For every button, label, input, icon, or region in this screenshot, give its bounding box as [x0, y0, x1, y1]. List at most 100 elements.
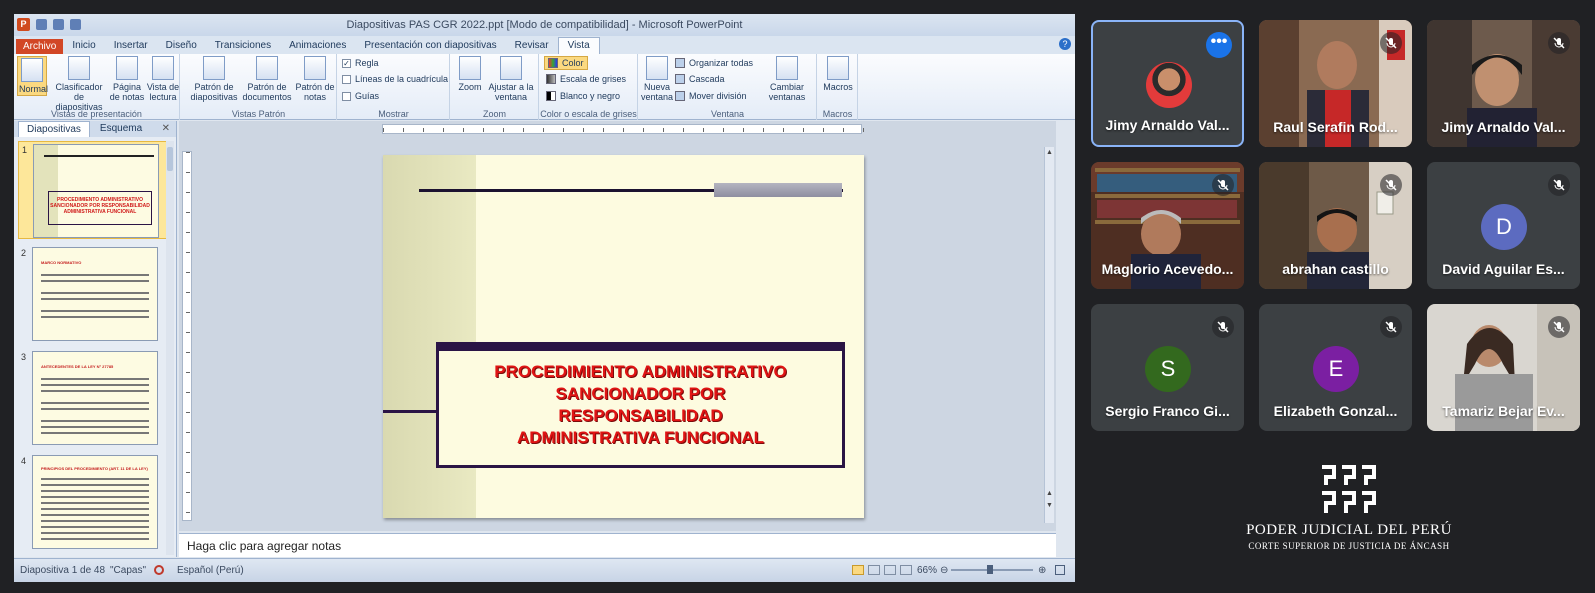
participant-tile-2[interactable]: Raul Serafin Rod...: [1259, 20, 1412, 147]
tab-esquema[interactable]: Esquema: [92, 121, 150, 137]
meeting-screen: P Diapositivas PAS CGR 2022.ppt [Modo de…: [0, 0, 1595, 593]
magnifier-icon: [459, 56, 481, 80]
slide-editing-area: PROCEDIMIENTO ADMINISTRATIVO SANCIONADOR…: [179, 121, 1056, 531]
mic-off-icon: [1548, 32, 1570, 54]
tab-diseno[interactable]: Diseño: [157, 38, 206, 54]
group-mostrar: ✓ Regla Líneas de la cuadrícula Guías Mos…: [338, 54, 450, 120]
tab-inicio[interactable]: Inicio: [63, 38, 104, 54]
slide-master-icon: [203, 56, 225, 80]
avatar: S: [1145, 346, 1191, 392]
participant-name: Sergio Franco Gi...: [1105, 403, 1230, 419]
mic-off-icon: [1380, 316, 1402, 338]
poder-judicial-emblem: [1322, 465, 1376, 513]
sorter-view-status-icon[interactable]: [868, 565, 880, 575]
slide-sorter-icon: [68, 56, 90, 80]
close-icon[interactable]: ✕: [162, 123, 170, 134]
slide-title-box[interactable]: PROCEDIMIENTO ADMINISTRATIVO SANCIONADOR…: [436, 342, 845, 468]
notes-page-icon: [116, 56, 138, 80]
window-title: Diapositivas PAS CGR 2022.ppt [Modo de c…: [346, 19, 743, 31]
slides-pane-scrollbar[interactable]: [166, 141, 174, 555]
ruler-checkbox[interactable]: ✓ Regla: [342, 58, 379, 68]
slide-thumbnail-4[interactable]: 4 PRINCIPIOS DEL PROCEDIMIENTO (ART. 11 …: [18, 453, 168, 551]
zoom-level[interactable]: 66%: [917, 565, 937, 576]
zoom-in-icon[interactable]: ⊕: [1038, 565, 1046, 576]
editor-scrollbar[interactable]: ▲ ▲ ▼: [1044, 147, 1054, 523]
reading-view-button[interactable]: Vista de lectura: [146, 56, 180, 102]
help-icon[interactable]: ?: [1059, 38, 1071, 50]
arrange-all-button[interactable]: Organizar todas: [675, 58, 753, 68]
ribbon-tabs: Archivo Inicio Insertar Diseño Transicio…: [14, 36, 1075, 54]
status-bar: Diapositiva 1 de 48 "Capas" Español (Per…: [14, 558, 1075, 582]
language-indicator[interactable]: Español (Perú): [177, 565, 244, 576]
participant-name: Jimy Arnaldo Val...: [1441, 119, 1566, 135]
participant-tile-8[interactable]: E Elizabeth Gonzal...: [1259, 304, 1412, 431]
participant-tile-7[interactable]: S Sergio Franco Gi...: [1091, 304, 1244, 431]
grayscale-icon: [546, 74, 556, 84]
more-options-icon[interactable]: •••: [1206, 32, 1232, 58]
normal-view-button[interactable]: Normal: [17, 56, 48, 96]
notes-pane[interactable]: Haga clic para agregar notas: [179, 533, 1056, 557]
slides-pane: Diapositivas Esquema ✕ 1 PROCEDIMIENTO A…: [14, 121, 177, 557]
zoom-slider[interactable]: [951, 565, 1033, 574]
zoom-button[interactable]: Zoom: [455, 56, 485, 92]
current-slide[interactable]: PROCEDIMIENTO ADMINISTRATIVO SANCIONADOR…: [383, 155, 864, 518]
participant-tile-6[interactable]: D David Aguilar Es...: [1427, 162, 1580, 289]
notes-master-button[interactable]: Patrón de notas: [295, 56, 335, 102]
tab-revisar[interactable]: Revisar: [506, 38, 558, 54]
slide-thumbnail-2[interactable]: 2 MARCO NORMATIVO: [18, 245, 168, 343]
slideshow-status-icon[interactable]: [900, 565, 912, 575]
participant-tile-1[interactable]: ••• Jimy Arnaldo Val...: [1091, 20, 1244, 147]
participant-name: Tamariz Bejar Ev...: [1442, 403, 1565, 419]
zoom-out-icon[interactable]: ⊖: [940, 565, 948, 576]
black-white-button[interactable]: Blanco y negro: [546, 91, 620, 101]
new-window-icon: [646, 56, 668, 80]
participant-name: Elizabeth Gonzal...: [1273, 403, 1398, 419]
participant-tile-4[interactable]: Maglorio Acevedo...: [1091, 162, 1244, 289]
participant-tile-3[interactable]: Jimy Arnaldo Val...: [1427, 20, 1580, 147]
slide-thumbnail-1[interactable]: 1 PROCEDIMIENTO ADMINISTRATIVO SANCIONAD…: [18, 141, 168, 239]
participant-tile-9[interactable]: Tamariz Bejar Ev...: [1427, 304, 1580, 431]
avatar: E: [1313, 346, 1359, 392]
handout-master-button[interactable]: Patrón de documentos: [241, 56, 293, 102]
tab-animaciones[interactable]: Animaciones: [280, 38, 355, 54]
tab-vista[interactable]: Vista: [557, 37, 600, 54]
pane-tabs: Diapositivas Esquema: [14, 121, 176, 137]
slide-thumbnail-3[interactable]: 3 ANTECEDENTES DE LA LEY N° 27785: [18, 349, 168, 447]
macros-button[interactable]: Macros: [822, 56, 854, 92]
cascade-button[interactable]: Cascada: [675, 74, 725, 84]
fit-to-window-button[interactable]: Ajustar a la ventana: [487, 56, 535, 102]
normal-view-icon: [21, 58, 43, 82]
switch-windows-button[interactable]: Cambiar ventanas: [762, 56, 812, 102]
slide-sorter-button[interactable]: Clasificador de diapositivas: [50, 56, 108, 112]
color-button[interactable]: Color: [544, 56, 588, 70]
normal-view-status-icon[interactable]: [852, 565, 864, 575]
tab-transiciones[interactable]: Transiciones: [206, 38, 280, 54]
fit-slide-icon[interactable]: [1055, 565, 1065, 575]
macros-icon: [827, 56, 849, 80]
arrange-icon: [675, 58, 685, 68]
move-split-button[interactable]: Mover división: [675, 91, 747, 101]
group-ventana: Nueva ventana Organizar todas Cascada Mo…: [639, 54, 817, 120]
tab-insertar[interactable]: Insertar: [105, 38, 157, 54]
new-window-button[interactable]: Nueva ventana: [641, 56, 673, 102]
switch-windows-icon: [776, 56, 798, 80]
next-slide-icon[interactable]: ▼: [1046, 502, 1053, 509]
tab-archivo[interactable]: Archivo: [16, 39, 64, 54]
scroll-up-icon[interactable]: ▲: [1046, 149, 1053, 156]
guides-checkbox[interactable]: Guías: [342, 91, 379, 101]
participant-tile-5[interactable]: abrahan castillo: [1259, 162, 1412, 289]
reading-view-status-icon[interactable]: [884, 565, 896, 575]
notes-page-button[interactable]: Página de notas: [109, 56, 145, 102]
spellcheck-icon[interactable]: [154, 565, 164, 575]
slide-title: PROCEDIMIENTO ADMINISTRATIVO SANCIONADOR…: [494, 362, 787, 447]
prev-slide-icon[interactable]: ▲: [1046, 490, 1053, 497]
tab-presentacion[interactable]: Presentación con diapositivas: [355, 38, 505, 54]
mic-off-icon: [1212, 174, 1234, 196]
gridlines-checkbox[interactable]: Líneas de la cuadrícula: [342, 74, 448, 84]
grayscale-button[interactable]: Escala de grises: [546, 74, 626, 84]
logo-line-2: CORTE SUPERIOR DE JUSTICIA DE ÁNCASH: [1248, 541, 1450, 551]
tab-diapositivas[interactable]: Diapositivas: [18, 121, 90, 137]
checkmark-icon: ✓: [342, 58, 351, 68]
mic-off-icon: [1548, 316, 1570, 338]
slide-master-button[interactable]: Patrón de diapositivas: [189, 56, 239, 102]
